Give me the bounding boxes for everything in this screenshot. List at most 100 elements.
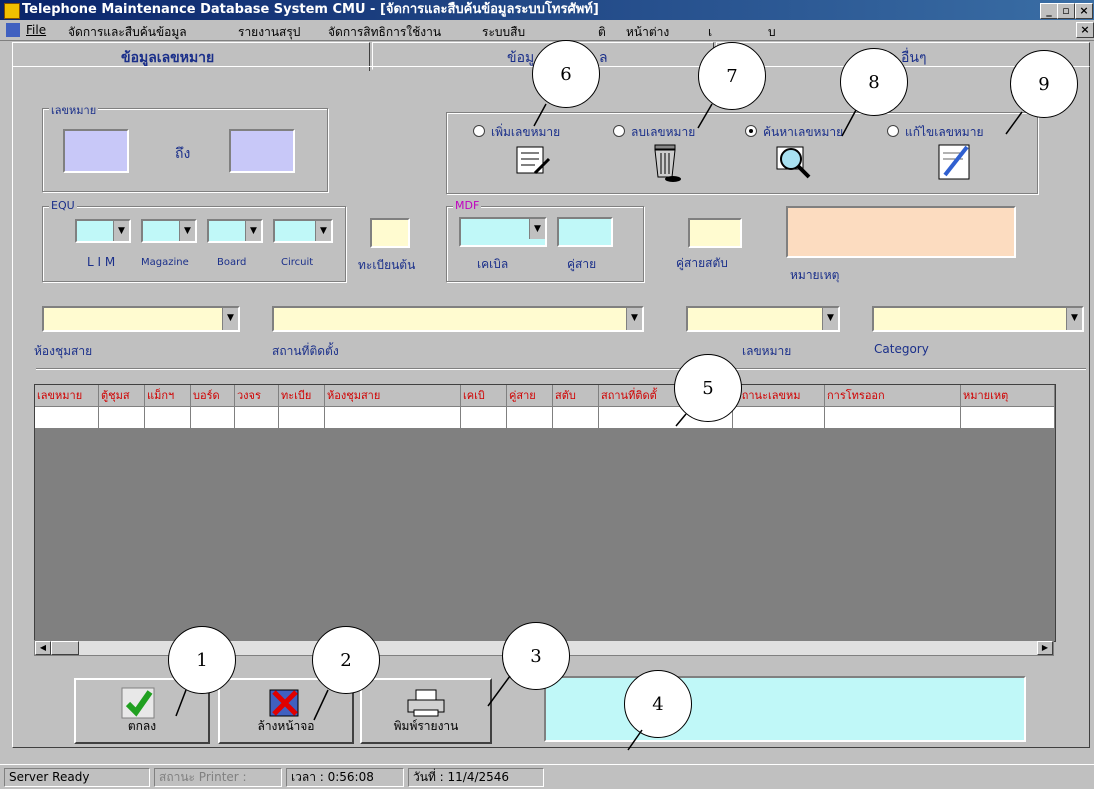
maximize-button[interactable]: ▫: [1057, 3, 1075, 19]
status-server: Server Ready: [4, 768, 150, 787]
message-display: [544, 676, 1026, 742]
table-cell[interactable]: [99, 407, 145, 429]
radio-edit-number[interactable]: [887, 125, 899, 137]
table-cell[interactable]: [325, 407, 461, 429]
column-header[interactable]: ทะเบีย: [279, 385, 325, 407]
chevron-down-icon: ▼: [315, 221, 331, 241]
callout-6: 6: [532, 40, 600, 108]
menu-bar: File จัดการและสืบค้นข้อมูล รายงานสรุป จั…: [0, 20, 1094, 41]
radio-add-number[interactable]: [473, 125, 485, 137]
column-header[interactable]: เคเบิ: [461, 385, 507, 407]
cable-combo[interactable]: ▼: [459, 217, 547, 247]
check-icon: [121, 687, 155, 719]
magazine-combo[interactable]: ▼: [141, 219, 197, 243]
table-cell[interactable]: [279, 407, 325, 429]
callout-2: 2: [312, 626, 380, 694]
callout-5: 5: [674, 354, 742, 422]
board-combo[interactable]: ▼: [207, 219, 263, 243]
table-cell[interactable]: [145, 407, 191, 429]
radio-delete-number[interactable]: [613, 125, 625, 137]
table-cell[interactable]: [235, 407, 279, 429]
mdi-close-button[interactable]: ×: [1076, 22, 1094, 38]
trash-icon: [654, 144, 681, 182]
column-header[interactable]: หมายเหตุ: [961, 385, 1055, 407]
scroll-right-button[interactable]: ▶: [1037, 641, 1053, 655]
number-range-group: เลขหมาย ถึง: [42, 101, 328, 192]
search-icon: [776, 146, 811, 179]
number-from-input[interactable]: [63, 129, 129, 173]
chevron-down-icon: ▼: [822, 308, 838, 330]
menu-stat[interactable]: ติ: [598, 23, 606, 42]
separator: [36, 368, 1086, 370]
callout-1: 1: [168, 626, 236, 694]
results-grid[interactable]: เลขหมาย ตู้ชุมส แม็กฯ บอร์ด วงจร ทะเบีย …: [34, 384, 1056, 642]
category-combo[interactable]: ▼: [872, 306, 1084, 332]
stub-pair-input[interactable]: [688, 218, 742, 248]
edit-icon: [938, 144, 970, 180]
equ-group: EQU ▼ ▼ ▼ ▼ L I M Magazine Board Circuit: [42, 199, 346, 282]
menu-system[interactable]: ระบบสืบ: [482, 23, 525, 42]
table-cell[interactable]: [825, 407, 961, 429]
column-header[interactable]: ห้องชุมสาย: [325, 385, 461, 407]
column-header[interactable]: วงจร: [235, 385, 279, 407]
callout-7: 7: [698, 42, 766, 110]
menu-report[interactable]: รายงานสรุป: [238, 23, 300, 42]
status-time: เวลา : 0:56:08: [286, 768, 404, 787]
callout-9: 9: [1010, 50, 1078, 118]
scroll-left-button[interactable]: ◀: [35, 641, 51, 655]
chevron-down-icon: ▼: [245, 221, 261, 241]
window-title: Telephone Maintenance Database System CM…: [22, 2, 599, 17]
lim-combo[interactable]: ▼: [75, 219, 131, 243]
number-status-combo[interactable]: ▼: [686, 306, 840, 332]
number-to-input[interactable]: [229, 129, 295, 173]
printer-icon: [407, 689, 445, 717]
column-header[interactable]: คู่สาย: [507, 385, 553, 407]
status-printer: สถานะ Printer :: [154, 768, 282, 787]
column-header[interactable]: สถานะเลขหม: [733, 385, 825, 407]
pair-input[interactable]: [557, 217, 613, 247]
mdf-group: MDF ▼ เคเบิล คู่สาย: [446, 199, 644, 282]
column-header[interactable]: แม็กฯ: [145, 385, 191, 407]
chevron-down-icon: ▼: [222, 308, 238, 330]
document-icon: [6, 23, 20, 37]
chevron-down-icon: ▼: [113, 221, 129, 241]
table-cell[interactable]: [35, 407, 99, 429]
radio-search-number[interactable]: [745, 125, 757, 137]
callout-8: 8: [840, 48, 908, 116]
status-date: วันที่ : 11/4/2546: [408, 768, 544, 787]
menu-file[interactable]: File: [26, 23, 46, 37]
menu-help[interactable]: บ: [768, 23, 776, 42]
table-cell[interactable]: [733, 407, 825, 429]
chevron-down-icon: ▼: [1066, 308, 1082, 330]
column-header[interactable]: เลขหมาย: [35, 385, 99, 407]
register-input[interactable]: [370, 218, 410, 248]
column-header[interactable]: บอร์ด: [191, 385, 235, 407]
callout-3: 3: [502, 622, 570, 690]
close-button[interactable]: ×: [1075, 3, 1093, 19]
menu-about[interactable]: เ: [708, 23, 712, 42]
table-cell[interactable]: [191, 407, 235, 429]
chevron-down-icon: ▼: [179, 221, 195, 241]
menu-manage[interactable]: จัดการและสืบค้นข้อมูล: [68, 23, 187, 42]
print-report-button[interactable]: พิมพ์รายงาน: [360, 678, 492, 744]
chevron-down-icon: ▼: [626, 308, 642, 330]
add-document-icon: [516, 146, 551, 175]
menu-window[interactable]: หน้าต่าง: [626, 23, 669, 42]
table-cell[interactable]: [961, 407, 1055, 429]
callout-4: 4: [624, 670, 692, 738]
note-input[interactable]: [786, 206, 1016, 258]
menu-permission[interactable]: จัดการสิทธิการใช้งาน: [328, 23, 441, 42]
column-header[interactable]: สตับ: [553, 385, 599, 407]
circuit-combo[interactable]: ▼: [273, 219, 333, 243]
scroll-thumb[interactable]: [51, 641, 79, 655]
column-header[interactable]: การโทรออก: [825, 385, 961, 407]
table-cell[interactable]: [507, 407, 553, 429]
minimize-button[interactable]: _: [1040, 3, 1058, 19]
location-combo[interactable]: ▼: [272, 306, 644, 332]
exchange-room-combo[interactable]: ▼: [42, 306, 240, 332]
status-bar: Server Ready สถานะ Printer : เวลา : 0:56…: [0, 764, 1094, 789]
table-cell[interactable]: [553, 407, 599, 429]
column-header[interactable]: ตู้ชุมส: [99, 385, 145, 407]
app-icon: [4, 3, 20, 19]
table-cell[interactable]: [461, 407, 507, 429]
